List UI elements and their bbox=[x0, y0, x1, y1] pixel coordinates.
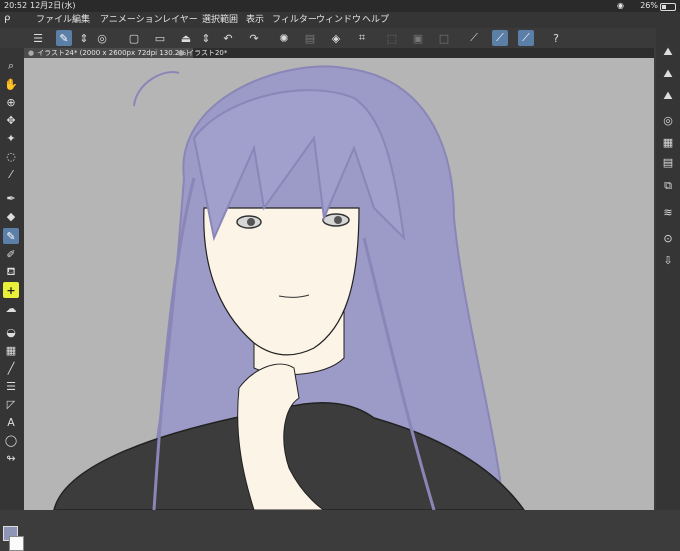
text-icon[interactable]: A bbox=[3, 414, 19, 430]
correct-line-icon[interactable]: ↬ bbox=[3, 450, 19, 466]
help-icon[interactable]: ? bbox=[548, 30, 564, 46]
move-icon[interactable]: ✥ bbox=[3, 112, 19, 128]
deselect-icon[interactable]: □ bbox=[436, 30, 452, 46]
layer-property-icon[interactable]: ⧉ bbox=[660, 178, 676, 194]
loading-icon[interactable]: ✺ bbox=[276, 30, 292, 46]
command-bar: ☰ ✎ ⇕ ◎ ▢ ▭ ⏏ ⇕ ↶ ↷ ✺ ▤ ◈ ⌗ ⬚ ▣ □ ⟋ ⟋ ⟋ … bbox=[0, 28, 680, 48]
menu-bar: ᑭ ファイル 編集 アニメーション レイヤー 選択範囲 表示 フィルター ウィン… bbox=[0, 12, 680, 28]
export-icon[interactable]: ⇩ bbox=[660, 252, 676, 268]
fill-bucket-icon[interactable]: ◒ bbox=[3, 324, 19, 340]
battery-icon bbox=[660, 3, 676, 11]
wifi-icon: ◉ bbox=[617, 1, 624, 10]
menu-file[interactable]: ファイル bbox=[36, 12, 72, 28]
zoom-icon[interactable]: ⊕ bbox=[3, 94, 19, 110]
tool-palette: ⌕ ✋ ⊕ ✥ ✦ ◌ ⁄ ✒ ◆ ✎ ✐ ⛾ + ☁ ◒ ▦ ╱ ☰ ◸ A … bbox=[0, 48, 24, 551]
menu-layer[interactable]: レイヤー bbox=[162, 12, 198, 28]
ahoge-strand bbox=[133, 71, 180, 107]
menu-view[interactable]: 表示 bbox=[246, 12, 264, 28]
brush-icon[interactable]: ✐ bbox=[3, 246, 19, 262]
pen-icon[interactable]: ✒ bbox=[3, 190, 19, 206]
layers-icon[interactable]: ≋ bbox=[660, 204, 676, 220]
tab-close-icon[interactable]: ● bbox=[28, 49, 34, 57]
frame-icon[interactable]: ☰ bbox=[3, 378, 19, 394]
shape-icon[interactable]: ◸ bbox=[3, 396, 19, 412]
menu-window[interactable]: ウィンドウ bbox=[316, 12, 361, 28]
right-pupil bbox=[334, 216, 342, 224]
select-tool-icon[interactable]: ✎ bbox=[56, 30, 72, 46]
status-date: 12月2日(水) bbox=[30, 1, 76, 10]
tab-label: イラスト20* bbox=[187, 49, 228, 57]
tab-close-icon[interactable]: ● bbox=[178, 49, 184, 57]
chevron-updown-icon[interactable]: ⇕ bbox=[76, 30, 92, 46]
tab-illust-24[interactable]: ● イラスト24* (2000 x 2600px 72dpi 130.2%) bbox=[24, 48, 193, 58]
menu-help[interactable]: ヘルプ bbox=[362, 12, 389, 28]
undo-icon[interactable]: ↶ bbox=[220, 30, 236, 46]
search-layer-icon[interactable]: ⊙ bbox=[660, 230, 676, 246]
hand-icon[interactable]: ✋ bbox=[3, 76, 19, 92]
chevron-updown-icon[interactable]: ⇕ bbox=[198, 30, 214, 46]
open-file-icon[interactable]: ▭ bbox=[152, 30, 168, 46]
menu-filter[interactable]: フィルター bbox=[272, 12, 317, 28]
gradient-icon[interactable]: ▦ bbox=[3, 342, 19, 358]
balloon-icon[interactable]: ◯ bbox=[3, 432, 19, 448]
document-tabs: ● イラスト24* (2000 x 2600px 72dpi 130.2%) ● イ… bbox=[24, 48, 654, 58]
pencil-icon[interactable]: ✎ bbox=[3, 228, 19, 244]
brush-size-icon[interactable]: ⛰ bbox=[660, 44, 676, 60]
redo-icon[interactable]: ↷ bbox=[246, 30, 262, 46]
crop-icon[interactable]: ⌗ bbox=[354, 30, 370, 46]
color-slider-icon[interactable]: ▤ bbox=[660, 154, 676, 170]
fill-icon[interactable]: ◈ bbox=[328, 30, 344, 46]
status-time: 20:52 bbox=[4, 1, 28, 10]
clear-icon[interactable]: ▤ bbox=[302, 30, 318, 46]
snap-ruler-icon[interactable]: ⟋ bbox=[492, 30, 508, 46]
menu-selection[interactable]: 選択範囲 bbox=[202, 12, 238, 28]
sub-view-icon[interactable]: ◎ bbox=[94, 30, 110, 46]
plus-icon[interactable]: + bbox=[3, 282, 19, 298]
transform-icon[interactable]: ⬚ bbox=[384, 30, 400, 46]
sub-color-swatch[interactable] bbox=[9, 536, 24, 551]
palette-bar: ⛰ ⛰ ⛰ ◎ ▦ ▤ ⧉ ≋ ⊙ ⇩ bbox=[656, 28, 680, 510]
search-icon[interactable]: ⌕ bbox=[3, 58, 19, 74]
menu-animation[interactable]: アニメーション bbox=[100, 12, 163, 28]
tab-label: イラスト24* (2000 x 2600px 72dpi 130.2%) bbox=[37, 49, 189, 57]
tab-illust-20[interactable]: ● イラスト20* bbox=[174, 48, 231, 58]
blend-icon[interactable]: ☁ bbox=[3, 300, 19, 316]
menu-edit[interactable]: 編集 bbox=[72, 12, 90, 28]
eyedropper-icon[interactable]: ⁄ bbox=[3, 166, 19, 182]
menu-icon[interactable]: ☰ bbox=[30, 30, 46, 46]
sub-tool-icon[interactable]: ⛰ bbox=[660, 88, 676, 104]
lasso-icon[interactable]: ◌ bbox=[3, 148, 19, 164]
ios-status-bar: 20:52 12月2日(水) ◉ 26% bbox=[0, 0, 680, 12]
battery-percent: 26% bbox=[640, 1, 658, 10]
illustration bbox=[53, 65, 525, 510]
ruler-icon[interactable]: ⟋ bbox=[466, 30, 482, 46]
save-icon[interactable]: ⏏ bbox=[178, 30, 194, 46]
snap-special-ruler-icon[interactable]: ⟋ bbox=[518, 30, 534, 46]
color-wheel-icon[interactable]: ▦ bbox=[660, 134, 676, 150]
navigator-icon[interactable]: ◎ bbox=[660, 112, 676, 128]
left-pupil bbox=[247, 218, 255, 226]
eraser-icon[interactable]: ◆ bbox=[3, 208, 19, 224]
spray-icon[interactable]: ⛾ bbox=[3, 264, 19, 280]
line-icon[interactable]: ╱ bbox=[3, 360, 19, 376]
tool-property-icon[interactable]: ⛰ bbox=[660, 66, 676, 82]
new-file-icon[interactable]: ▢ bbox=[126, 30, 142, 46]
drawing-canvas[interactable] bbox=[24, 58, 654, 510]
app-logo-icon[interactable]: ᑭ bbox=[4, 13, 20, 27]
hide-selection-icon[interactable]: ▣ bbox=[410, 30, 426, 46]
wand-icon[interactable]: ✦ bbox=[3, 130, 19, 146]
